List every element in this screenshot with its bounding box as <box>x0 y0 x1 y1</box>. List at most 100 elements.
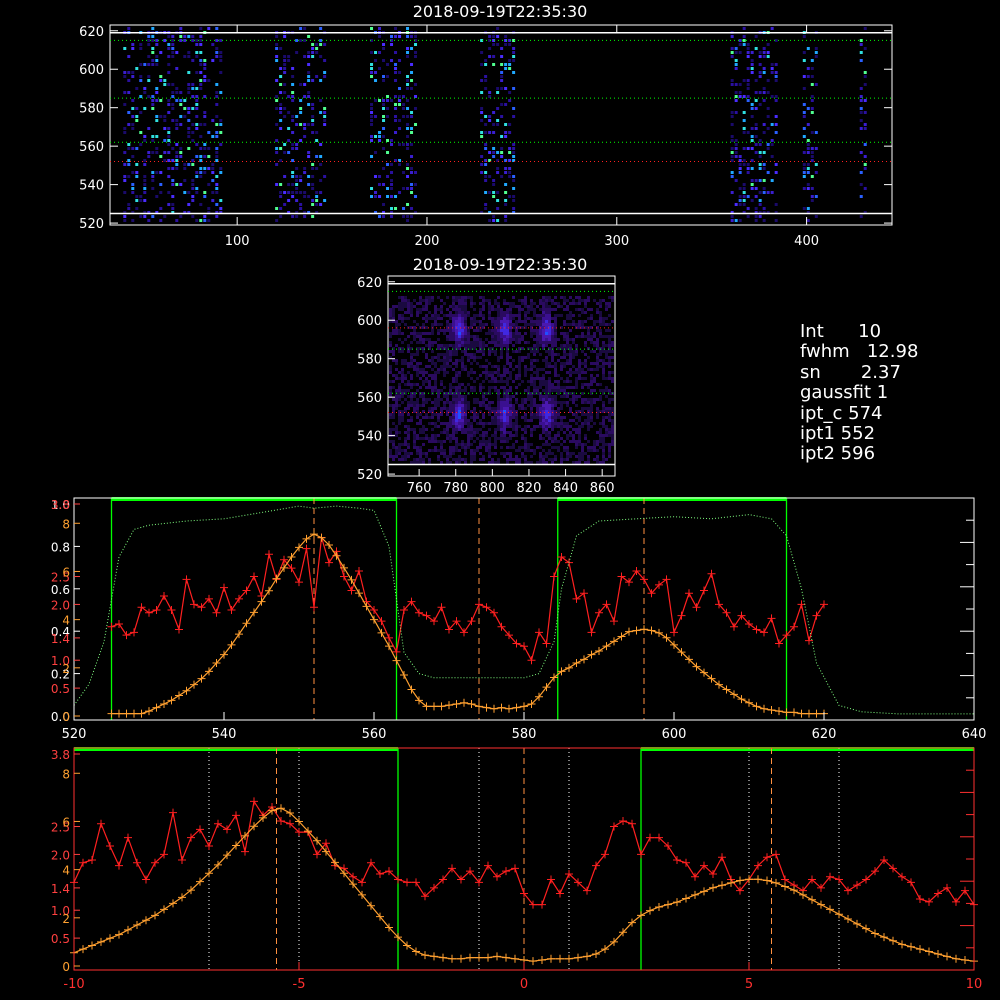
heatmap-pixel <box>446 437 449 440</box>
heatmap-pixel <box>581 398 584 401</box>
heatmap-pixel <box>602 344 605 347</box>
heatmap-pixel <box>410 395 413 398</box>
heatmap-pixel <box>428 365 431 368</box>
heatmap-pixel <box>419 395 422 398</box>
heatmap-pixel <box>560 401 563 404</box>
heatmap-pixel <box>548 329 551 332</box>
heatmap-pixel <box>410 332 413 335</box>
heatmap-pixel <box>494 437 497 440</box>
heatmap-pixel <box>542 314 545 317</box>
heatmap-pixel <box>398 416 401 419</box>
heatmap-pixel <box>443 440 446 443</box>
heatmap-pixel <box>527 443 530 446</box>
heatmap-pixel <box>131 107 135 110</box>
heatmap-pixel <box>199 175 203 178</box>
heatmap-pixel <box>419 335 422 338</box>
heatmap-pixel <box>530 335 533 338</box>
heatmap-pixel <box>410 341 413 344</box>
heatmap-pixel <box>539 413 542 416</box>
heatmap-pixel <box>416 398 419 401</box>
heatmap-pixel <box>404 398 407 401</box>
heatmap-pixel <box>422 308 425 311</box>
heatmap-pixel <box>446 314 449 317</box>
heatmap-pixel <box>183 167 187 170</box>
heatmap-pixel <box>215 27 219 30</box>
heatmap-pixel <box>602 461 605 464</box>
heatmap-pixel <box>464 332 467 335</box>
heatmap-pixel <box>458 458 461 461</box>
heatmap-pixel <box>863 127 867 130</box>
heatmap-pixel <box>401 332 404 335</box>
heatmap-pixel <box>512 199 516 202</box>
heatmap-pixel <box>461 368 464 371</box>
heatmap-pixel <box>406 107 410 110</box>
heatmap-pixel <box>467 359 470 362</box>
heatmap-pixel <box>484 59 488 62</box>
heatmap-pixel <box>199 203 203 206</box>
heatmap-pixel <box>734 143 738 146</box>
heatmap-pixel <box>440 359 443 362</box>
heatmap-pixel <box>407 344 410 347</box>
data-point <box>632 626 641 635</box>
heatmap-pixel <box>596 383 599 386</box>
heatmap-pixel <box>446 353 449 356</box>
heatmap-pixel <box>508 171 512 174</box>
heatmap-pixel <box>515 329 518 332</box>
heatmap-pixel <box>734 95 738 98</box>
heatmap-pixel <box>413 437 416 440</box>
heatmap-pixel <box>464 413 467 416</box>
heatmap-pixel <box>530 395 533 398</box>
heatmap-pixel <box>599 305 602 308</box>
heatmap-pixel <box>482 344 485 347</box>
heatmap-pixel <box>536 317 539 320</box>
data-point <box>572 659 581 667</box>
heatmap-pixel <box>557 374 560 377</box>
heatmap-pixel <box>491 374 494 377</box>
heatmap-pixel <box>279 91 283 94</box>
heatmap-pixel <box>584 419 587 422</box>
heatmap-pixel <box>762 87 766 90</box>
heatmap-pixel <box>758 163 762 166</box>
heatmap-pixel <box>401 371 404 374</box>
heatmap-pixel <box>605 329 608 332</box>
heatmap-pixel <box>500 344 503 347</box>
heatmap-pixel <box>482 398 485 401</box>
heatmap-pixel <box>428 311 431 314</box>
heatmap-pixel <box>527 311 530 314</box>
heatmap-pixel <box>560 314 563 317</box>
heatmap-pixel <box>440 308 443 311</box>
heatmap-pixel <box>443 332 446 335</box>
heatmap-pixel <box>503 374 506 377</box>
heatmap-pixel <box>524 389 527 392</box>
heatmap-pixel <box>581 323 584 326</box>
data-point <box>122 631 131 640</box>
heatmap-pixel <box>175 219 179 222</box>
heatmap-pixel <box>425 413 428 416</box>
heatmap-pixel <box>382 203 386 206</box>
heatmap-pixel <box>159 115 163 118</box>
heatmap-pixel <box>151 59 155 62</box>
data-point <box>730 622 738 631</box>
heatmap-pixel <box>730 83 734 86</box>
heatmap-pixel <box>413 443 416 446</box>
heatmap-pixel <box>410 127 414 130</box>
heatmap-pixel <box>291 143 295 146</box>
heatmap-pixel <box>452 296 455 299</box>
heatmap-pixel <box>578 302 581 305</box>
heatmap-pixel <box>497 419 500 422</box>
heatmap-pixel <box>770 95 774 98</box>
heatmap-pixel <box>512 413 515 416</box>
data-point <box>709 883 717 892</box>
heatmap-pixel <box>533 404 536 407</box>
heatmap-pixel <box>575 353 578 356</box>
heatmap-pixel <box>467 332 470 335</box>
heatmap-pixel <box>539 419 542 422</box>
heatmap-pixel <box>750 127 754 130</box>
heatmap-pixel <box>315 131 319 134</box>
heatmap-pixel <box>219 207 223 210</box>
data-point <box>587 628 596 637</box>
heatmap-pixel <box>590 338 593 341</box>
heatmap-pixel <box>596 431 599 434</box>
heatmap-pixel <box>584 461 587 464</box>
heatmap-pixel <box>545 317 548 320</box>
